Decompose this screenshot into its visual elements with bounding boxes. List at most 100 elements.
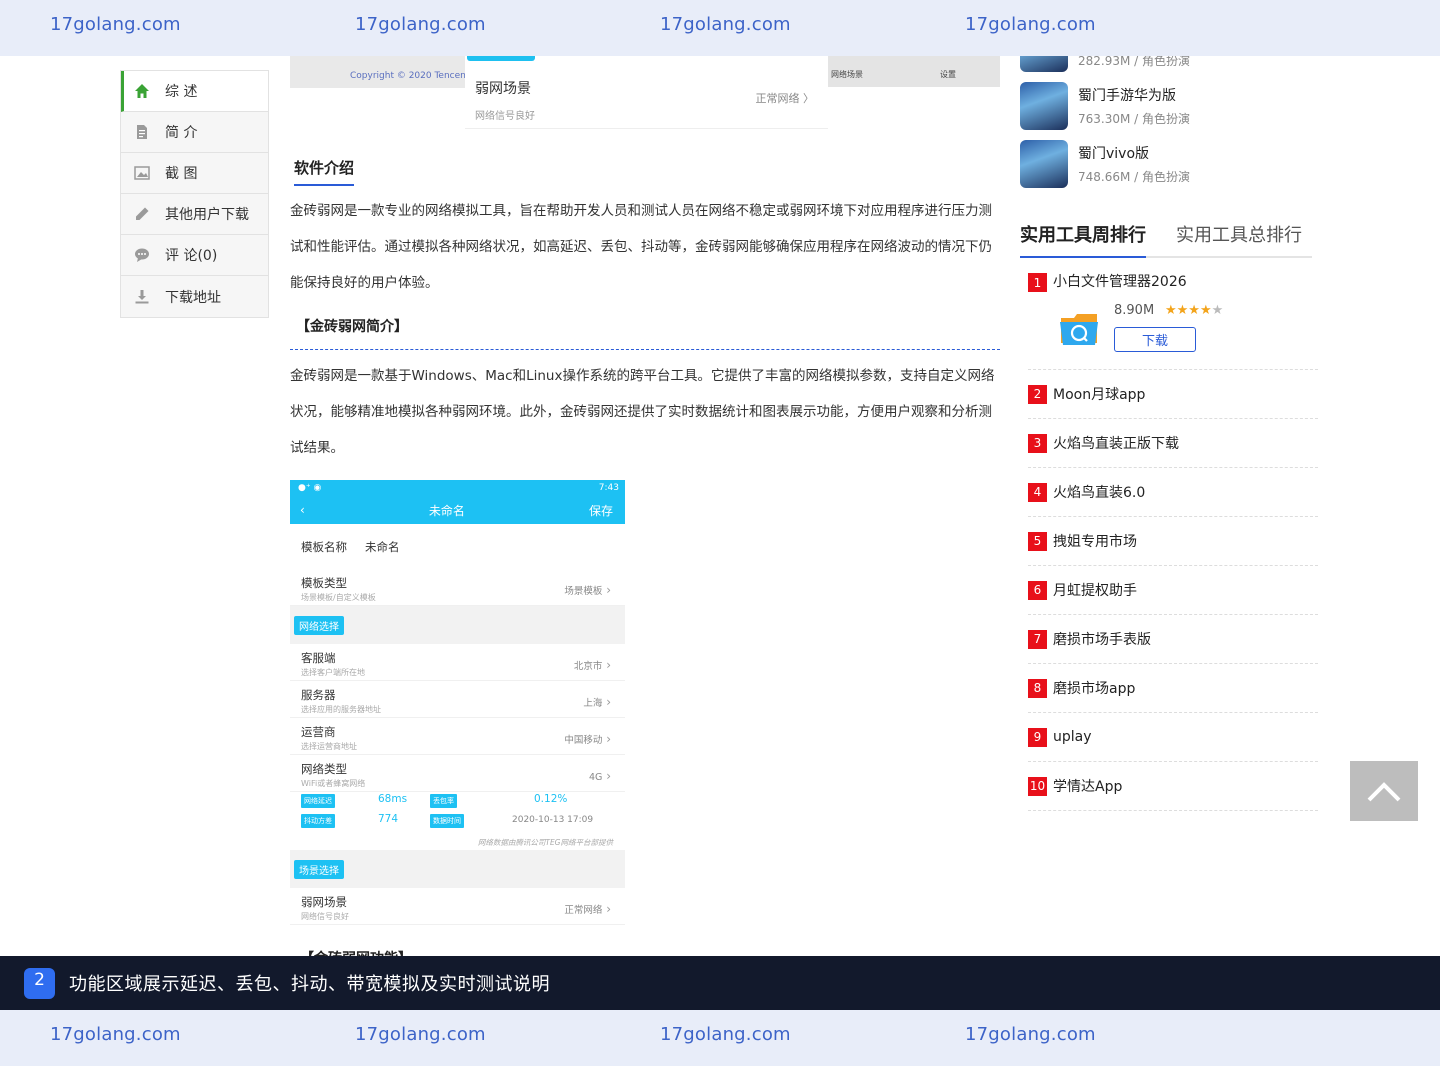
jitter-value: 774 [378, 813, 399, 825]
rank-number: 6 [1028, 580, 1047, 600]
tab-indicator [467, 56, 535, 61]
watermark-text: 17golang.com [50, 14, 181, 35]
rating-stars: ★★★★★ [1165, 303, 1223, 318]
section-title: 软件介绍 [294, 157, 355, 186]
rank-item[interactable]: 7 磨损市场手表版 [1028, 615, 1318, 664]
game-avatar [1020, 82, 1068, 130]
comment-icon [133, 246, 151, 264]
related-game-item[interactable]: 蜀门vivo版 748.66M / 角色扮演 [1020, 140, 1320, 188]
server-row: 服务器 选择应用的服务器地址 上海 [290, 681, 625, 718]
template-type-row: 模板类型 场景模板/自定义模板 场景模板 [290, 569, 625, 606]
page: 17golang.com 17golang.com 17golang.com 1… [0, 0, 1440, 1066]
intro-paragraph: 金砖弱网是一款专业的网络模拟工具，旨在帮助开发人员和测试人员在网络不稳定或弱网环… [290, 203, 992, 291]
rank-app-name: 火焰鸟直装正版下载 [1053, 436, 1179, 452]
side-nav-label: 评 论(0) [165, 248, 218, 264]
rank-number: 5 [1028, 531, 1047, 551]
watermark-text: 17golang.com [50, 1024, 181, 1045]
download-icon [133, 288, 151, 306]
network-chip: 网络选择 [294, 615, 344, 635]
row-value: 未命名 [365, 539, 400, 554]
rank-item[interactable]: 4 火焰鸟直装6.0 [1028, 468, 1318, 517]
rank-number: 9 [1028, 727, 1047, 747]
screen-label-network-scene: 网络场景 [831, 70, 863, 79]
metrics-panel: 网络延迟 68ms 丢包率 0.12% 抖动方差 774 数据时间 2020-1… [290, 792, 625, 850]
rank-app-name: 学情达App [1053, 779, 1123, 795]
row-subtitle: 选择应用的服务器地址 [301, 705, 381, 714]
carrier-row: 运营商 选择运营商地址 中国移动 [290, 718, 625, 755]
game-name: 蜀门手游华为版 [1078, 88, 1176, 104]
row-value: 场景模板 [564, 583, 611, 597]
phone-save-button: 保存 [588, 503, 613, 518]
rank-item[interactable]: 1 小白文件管理器2026 8.90M ★★★★★ 下载 [1028, 272, 1318, 370]
rank-number: 2 [1028, 384, 1047, 404]
folder-app-icon [1060, 314, 1098, 345]
rank-item[interactable]: 5 拽姐专用市场 [1028, 517, 1318, 566]
download-button[interactable]: 下载 [1114, 327, 1196, 352]
rank-app-name: Moon月球app [1053, 387, 1146, 403]
screen-label-settings: 设置 [940, 70, 956, 79]
rank-app-name: 小白文件管理器2026 [1053, 274, 1187, 290]
rank-app-name: 磨损市场手表版 [1053, 632, 1151, 648]
row-label: 网络类型 [301, 762, 347, 776]
phone-status-bar: ●⁺ ◉ 7:43 [290, 480, 625, 496]
screenshot-thumb-left[interactable]: Copyright © 2020 Tencent. A [290, 56, 481, 88]
app-screenshot[interactable]: ●⁺ ◉ 7:43 ‹ 未命名 保存 模板名称 未命名 模板类型 场景模板/自定… [290, 480, 625, 930]
scene-title: 弱网场景 [475, 81, 531, 97]
loss-chip: 丢包率 [430, 794, 457, 808]
caption-text: 功能区域展示延迟、丢包、抖动、带宽模拟及实时测试说明 [69, 974, 550, 995]
row-value: 中国移动 [564, 732, 611, 746]
scene-section-band: 场景选择 [290, 850, 625, 888]
rank-app-size: 8.90M [1114, 303, 1155, 318]
rank-item[interactable]: 9 uplay [1028, 713, 1318, 762]
rank-item[interactable]: 3 火焰鸟直装正版下载 [1028, 419, 1318, 468]
watermark-text: 17golang.com [355, 14, 486, 35]
screenshot-thumb-middle[interactable]: 弱网场景 网络信号良好 正常网络 〉 [465, 56, 828, 129]
phone-header-title: 未命名 [428, 503, 465, 518]
tab-weekly-rank[interactable]: 实用工具周排行 [1020, 221, 1146, 258]
divider [290, 349, 1000, 350]
side-nav-item-comments[interactable]: 评 论(0) [121, 235, 268, 276]
rank-app-name: uplay [1053, 729, 1092, 745]
caption-bar: 2 功能区域展示延迟、丢包、抖动、带宽模拟及实时测试说明 [0, 956, 1440, 1010]
chevron-up-icon [1367, 782, 1401, 802]
watermark-bar-bottom: 17golang.com 17golang.com 17golang.com 1… [0, 1010, 1440, 1066]
side-nav-item-overview[interactable]: 综 述 [121, 71, 268, 112]
latency-value: 68ms [378, 793, 408, 805]
side-nav-item-other-downloads[interactable]: 其他用户下载 [121, 194, 268, 235]
data-time-value: 2020-10-13 17:09 [512, 815, 594, 825]
rank-list: 1 小白文件管理器2026 8.90M ★★★★★ 下载 2 Moon月球app… [1028, 272, 1318, 811]
side-nav-label: 下载地址 [165, 289, 221, 306]
row-subtitle: WiFi或者蜂窝网络 [301, 779, 366, 788]
rank-item[interactable]: 2 Moon月球app [1028, 370, 1318, 419]
rank-item[interactable]: 10 学情达App [1028, 762, 1318, 811]
rank-item[interactable]: 8 磨损市场app [1028, 664, 1318, 713]
network-section-band: 网络选择 [290, 606, 625, 644]
template-name-row: 模板名称 未命名 [290, 524, 625, 569]
side-nav-label: 截 图 [165, 166, 198, 182]
rank-number: 1 [1028, 273, 1047, 292]
screenshot-thumb-right[interactable]: 网络场景 设置 [828, 56, 1000, 87]
back-to-top-button[interactable] [1350, 761, 1418, 821]
rank-item[interactable]: 6 月虹提权助手 [1028, 566, 1318, 615]
side-nav-label: 综 述 [165, 84, 198, 100]
row-value: 上海 [583, 695, 611, 709]
side-nav-item-screenshots[interactable]: 截 图 [121, 153, 268, 194]
tab-total-rank[interactable]: 实用工具总排行 [1176, 221, 1302, 256]
rank-number: 4 [1028, 482, 1047, 502]
client-row: 客服端 选择客户端所在地 北京市 [290, 644, 625, 681]
rank-number: 10 [1028, 776, 1047, 796]
status-icons-left: ●⁺ ◉ [298, 483, 322, 493]
row-label: 服务器 [301, 688, 336, 702]
side-nav-item-download-address[interactable]: 下载地址 [121, 276, 268, 317]
home-icon [133, 82, 151, 100]
rank-number: 8 [1028, 678, 1047, 698]
data-time-chip: 数据时间 [430, 814, 464, 828]
game-meta: 748.66M / 角色扮演 [1078, 170, 1191, 184]
side-nav: 综 述 简 介 截 图 其他用户下载 评 论(0) 下载地址 [120, 70, 269, 318]
phone-header: ‹ 未命名 保存 [290, 496, 625, 524]
rank-number: 7 [1028, 629, 1047, 649]
game-name: 蜀门vivo版 [1078, 146, 1150, 162]
side-nav-item-intro[interactable]: 简 介 [121, 112, 268, 153]
related-game-item[interactable]: 蜀门手游华为版 763.30M / 角色扮演 [1020, 82, 1320, 130]
status-time: 7:43 [598, 483, 619, 493]
